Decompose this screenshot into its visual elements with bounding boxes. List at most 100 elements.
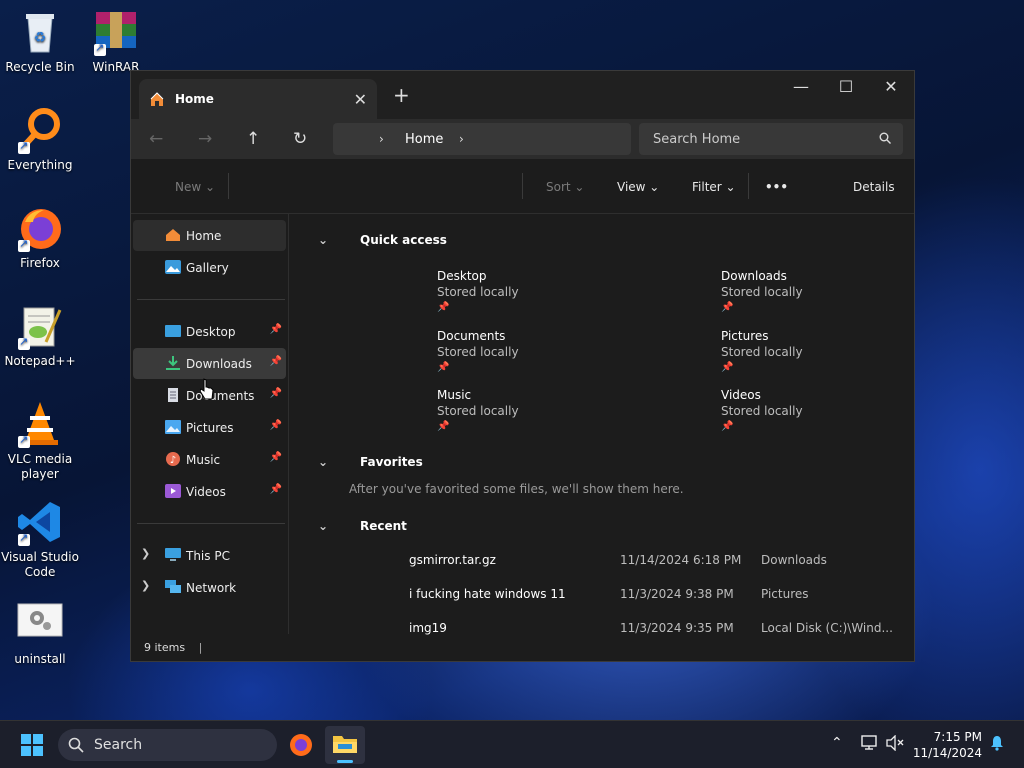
sidebar-item-gallery[interactable]: Gallery xyxy=(133,252,286,283)
sidebar-item-home[interactable]: Home xyxy=(133,220,286,251)
chevron-down-icon[interactable]: ⌄ xyxy=(318,233,338,247)
section-recent[interactable]: ⌄ Recent xyxy=(318,519,407,533)
desktop-icon-winrar[interactable]: WinRAR xyxy=(76,8,156,74)
notepad-plus-plus-icon xyxy=(16,302,64,350)
file-date: 11/14/2024 6:18 PM xyxy=(620,553,742,567)
sidebar-item-label: Videos xyxy=(186,484,226,499)
item-status: Stored locally xyxy=(721,345,803,359)
pin-icon[interactable]: 📌 xyxy=(270,356,282,367)
item-status: Stored locally xyxy=(437,345,519,359)
pin-icon[interactable]: 📌 xyxy=(270,420,282,431)
section-title: Favorites xyxy=(360,455,423,469)
notification-bell-icon[interactable] xyxy=(989,735,1005,755)
sidebar-item-network[interactable]: ❯ Network xyxy=(133,572,286,603)
details-button[interactable]: Details xyxy=(853,180,895,194)
recycle-bin-icon: ♻ xyxy=(16,8,64,56)
sidebar-item-label: Home xyxy=(186,228,222,243)
volume-muted-icon[interactable] xyxy=(886,734,904,755)
status-divider: | xyxy=(198,641,203,654)
home-icon xyxy=(149,91,165,107)
chevron-up-icon[interactable]: ⌃ xyxy=(831,735,843,751)
refresh-button[interactable]: ↻ xyxy=(293,129,307,149)
desktop-icon-vscode[interactable]: Visual Studio Code xyxy=(0,498,80,580)
tab-home[interactable]: Home ✕ xyxy=(139,79,377,119)
pin-icon: 📌 xyxy=(721,421,734,432)
new-tab-button[interactable]: + xyxy=(393,83,410,107)
sidebar-item-label: Network xyxy=(186,580,237,595)
sidebar-item-videos[interactable]: Videos 📌 xyxy=(133,476,286,507)
new-button[interactable]: New ⌄ xyxy=(175,180,215,194)
address-bar[interactable]: › Home › xyxy=(333,123,631,155)
quick-access-item-videos[interactable]: Videos Stored locally 📌 xyxy=(721,387,803,435)
item-name: Documents xyxy=(437,329,506,343)
desktop-icon-firefox[interactable]: Firefox xyxy=(0,204,80,270)
item-name: Music xyxy=(437,388,472,402)
view-button[interactable]: View ⌄ xyxy=(617,180,659,194)
up-button[interactable]: ↑ xyxy=(246,129,260,149)
desktop-icon-recycle-bin[interactable]: ♻ Recycle Bin xyxy=(0,8,80,74)
toolbar-divider xyxy=(522,173,523,199)
item-name: Videos xyxy=(721,388,761,402)
breadcrumb-home[interactable]: Home xyxy=(405,132,443,147)
quick-access-item-downloads[interactable]: Downloads Stored locally 📌 xyxy=(721,268,803,316)
main-content: ⌄ Quick access Desktop Stored locally 📌 … xyxy=(306,214,906,635)
quick-access-item-music[interactable]: Music Stored locally 📌 xyxy=(437,387,519,435)
display-icon[interactable] xyxy=(861,735,879,755)
pin-icon[interactable]: 📌 xyxy=(270,484,282,495)
item-status: Stored locally xyxy=(721,285,803,299)
filter-button[interactable]: Filter ⌄ xyxy=(692,180,736,194)
sidebar-item-music[interactable]: ♪ Music 📌 xyxy=(133,444,286,475)
sidebar-item-this-pc[interactable]: ❯ This PC xyxy=(133,540,286,571)
section-favorites[interactable]: ⌄ Favorites xyxy=(318,455,423,469)
sidebar-item-label: This PC xyxy=(186,548,230,563)
close-button[interactable]: ✕ xyxy=(868,75,914,99)
quick-access-item-pictures[interactable]: Pictures Stored locally 📌 xyxy=(721,328,803,376)
document-icon xyxy=(165,388,181,402)
pin-icon[interactable]: 📌 xyxy=(270,324,282,335)
firefox-taskbar-icon[interactable] xyxy=(289,733,313,760)
item-status: Stored locally xyxy=(437,285,519,299)
chevron-right-icon[interactable]: ❯ xyxy=(141,579,150,592)
pin-icon[interactable]: 📌 xyxy=(270,388,282,399)
desktop-icon-vlc[interactable]: VLC media player xyxy=(0,400,80,482)
back-button[interactable]: ← xyxy=(149,129,163,149)
pin-icon: 📌 xyxy=(721,362,734,373)
tab-close-icon[interactable]: ✕ xyxy=(354,90,367,109)
quick-access-item-desktop[interactable]: Desktop Stored locally 📌 xyxy=(437,268,519,316)
sidebar-item-label: Gallery xyxy=(186,260,229,275)
desktop-icon-notepadpp[interactable]: Notepad++ xyxy=(0,302,80,368)
title-bar: Home ✕ + — ☐ ✕ xyxy=(131,71,914,119)
search-input[interactable]: Search Home xyxy=(639,123,903,155)
taskbar-search-box[interactable]: Search xyxy=(58,729,277,761)
desktop-icon-uninstall[interactable]: uninstall xyxy=(0,600,80,666)
windows-start-icon[interactable] xyxy=(21,734,43,759)
chevron-down-icon[interactable]: ⌄ xyxy=(318,455,338,469)
sidebar-divider xyxy=(137,523,285,524)
section-title: Quick access xyxy=(360,233,447,247)
sidebar-item-pictures[interactable]: Pictures 📌 xyxy=(133,412,286,443)
sidebar-item-downloads[interactable]: Downloads 📌 xyxy=(133,348,286,379)
sort-button[interactable]: Sort ⌄ xyxy=(546,180,584,194)
forward-button[interactable]: → xyxy=(198,129,212,149)
pin-icon: 📌 xyxy=(721,302,734,313)
desktop-icon-label: Recycle Bin xyxy=(5,60,75,74)
desktop-icon-everything[interactable]: Everything xyxy=(0,106,80,172)
quick-access-item-documents[interactable]: Documents Stored locally 📌 xyxy=(437,328,519,376)
firefox-icon xyxy=(16,204,64,252)
tab-title: Home xyxy=(175,92,214,106)
more-options-button[interactable]: ••• xyxy=(765,180,788,194)
minimize-button[interactable]: — xyxy=(778,75,824,99)
pin-icon[interactable]: 📌 xyxy=(270,452,282,463)
chevron-down-icon[interactable]: ⌄ xyxy=(318,519,338,533)
chevron-right-icon[interactable]: ❯ xyxy=(141,547,150,560)
sidebar-item-label: Music xyxy=(186,452,221,467)
system-clock[interactable]: 7:15 PM 11/14/2024 xyxy=(913,729,982,761)
desktop-icon-label: Everything xyxy=(7,158,73,172)
sidebar-item-desktop[interactable]: Desktop 📌 xyxy=(133,316,286,347)
chevron-right-icon[interactable]: › xyxy=(459,132,464,146)
section-quick-access[interactable]: ⌄ Quick access xyxy=(318,233,447,247)
file-date: 11/3/2024 9:38 PM xyxy=(620,587,734,601)
vscode-icon xyxy=(16,498,64,546)
maximize-button[interactable]: ☐ xyxy=(823,75,869,99)
file-explorer-taskbar-icon[interactable] xyxy=(325,726,365,764)
